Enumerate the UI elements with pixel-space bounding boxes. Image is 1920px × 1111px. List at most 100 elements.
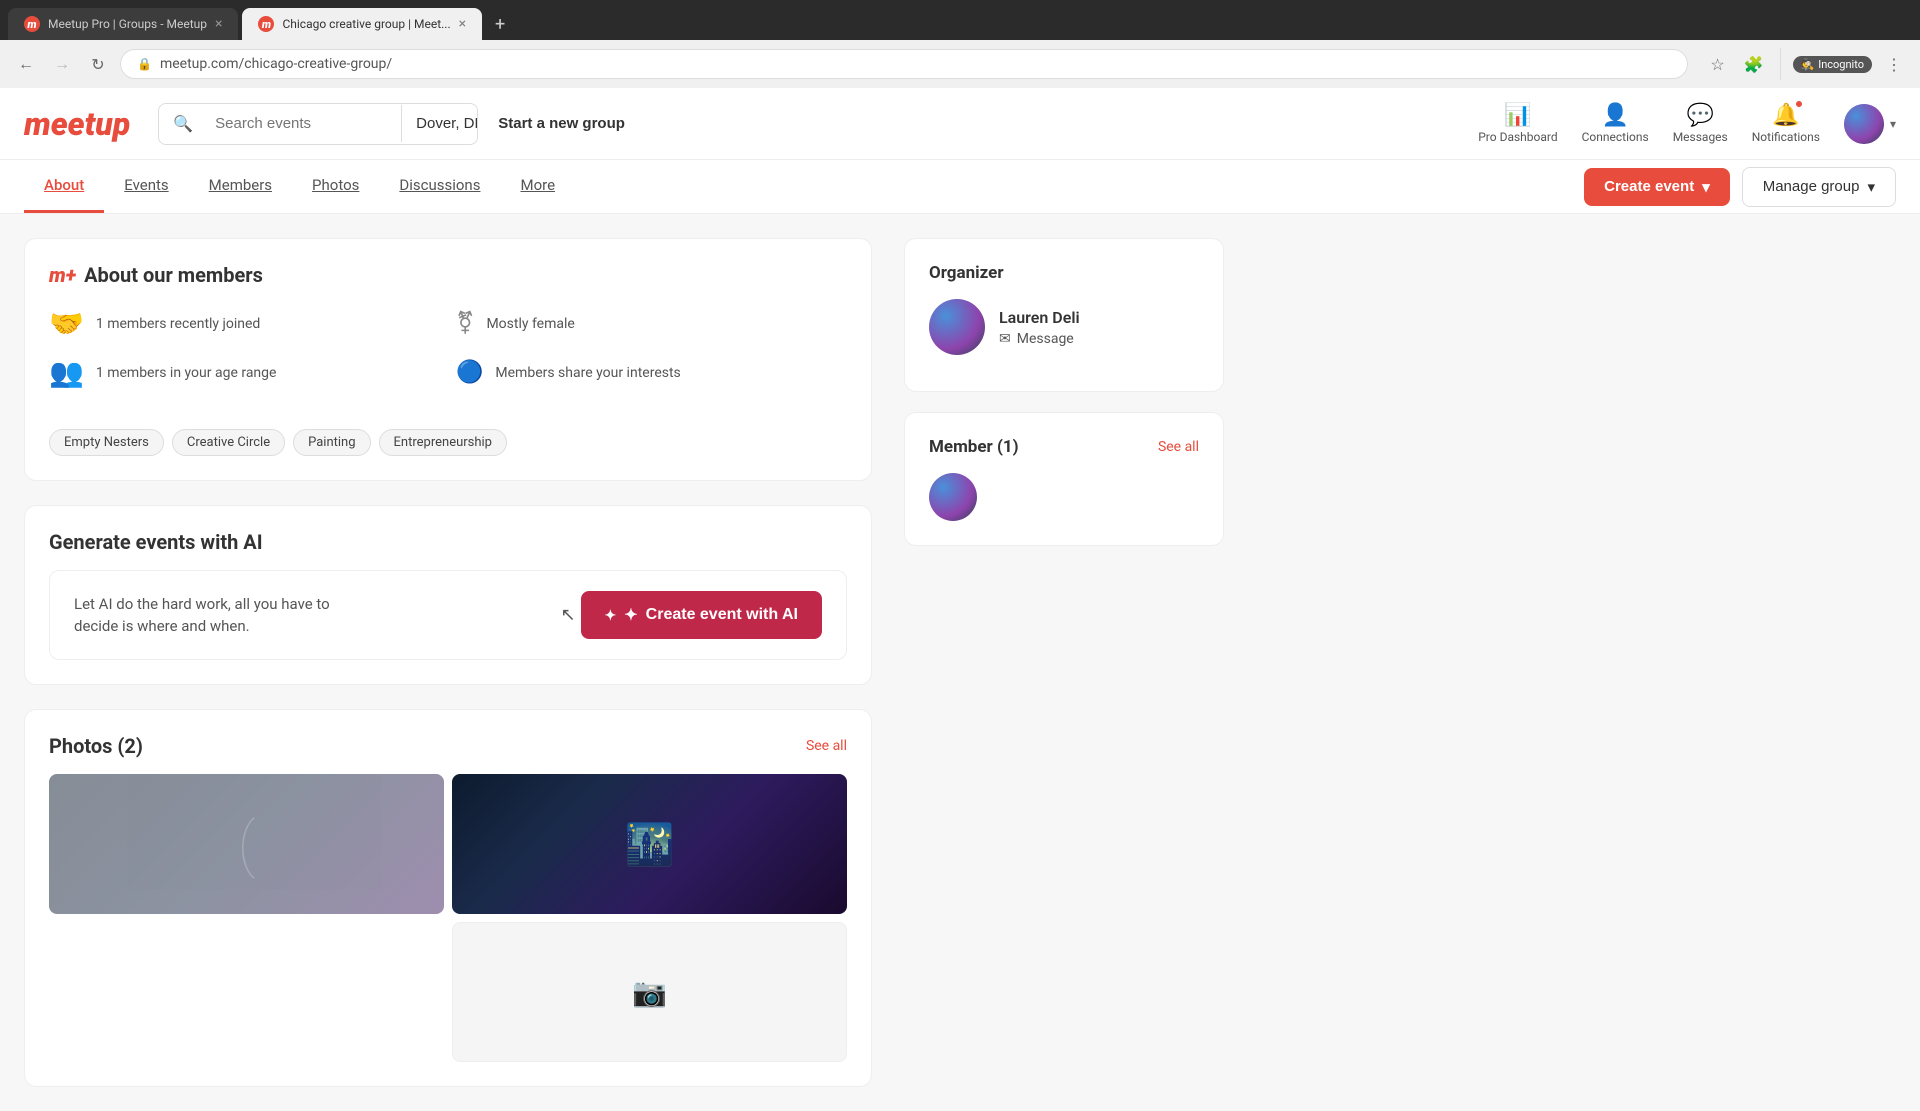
connections-label: Connections: [1582, 130, 1649, 144]
location-input[interactable]: [401, 105, 478, 142]
meetup-m-icon: m+: [49, 263, 76, 287]
ai-button-wrapper: ↖ ✦ Create event with AI: [581, 591, 822, 639]
members-header: Member (1) See all: [929, 437, 1199, 457]
manage-group-button[interactable]: Manage group ▾: [1742, 167, 1896, 207]
right-column: Organizer Lauren Deli ✉ Message: [904, 238, 1224, 1087]
extensions-icon[interactable]: 🧩: [1740, 50, 1768, 78]
photos-see-all[interactable]: See all: [806, 738, 847, 754]
bookmark-icon[interactable]: ☆: [1704, 50, 1732, 78]
member-avatar-1[interactable]: [929, 473, 977, 521]
notifications-label: Notifications: [1752, 130, 1820, 144]
nav-messages[interactable]: 💬 Messages: [1673, 103, 1728, 144]
forward-button[interactable]: →: [48, 50, 76, 78]
browser-chrome: m Meetup Pro | Groups - Meetup × m Chica…: [0, 0, 1920, 88]
tag-creative-circle: Creative Circle: [172, 429, 285, 456]
age-group-icon: 👥: [49, 356, 84, 389]
ai-button-label: Create event with AI: [646, 606, 798, 624]
organizer-name: Lauren Deli: [999, 308, 1080, 327]
stat-gender: ⚧ Mostly female: [456, 307, 847, 340]
refresh-button[interactable]: ↻: [84, 50, 112, 78]
toolbar-divider: [1780, 48, 1781, 80]
sub-navigation: About Events Members Photos Discussions …: [0, 160, 1920, 214]
stat-recently-joined: 🤝 1 members recently joined: [49, 307, 440, 340]
organizer-info: Lauren Deli ✉ Message: [929, 299, 1199, 355]
recently-joined-text: 1 members recently joined: [96, 316, 260, 332]
back-button[interactable]: ←: [12, 50, 40, 78]
menu-icon[interactable]: ⋮: [1880, 50, 1908, 78]
tab-close-2[interactable]: ×: [459, 16, 466, 32]
members-see-all[interactable]: See all: [1158, 439, 1199, 455]
connections-icon: 👤: [1601, 103, 1628, 128]
age-range-text: 1 members in your age range: [96, 365, 277, 381]
site-header: meetup 🔍 🔍 Start a new group 📊 Pro Dashb…: [0, 88, 1920, 160]
url-bar[interactable]: 🔒 meetup.com/chicago-creative-group/: [120, 49, 1688, 79]
browser-tabs: m Meetup Pro | Groups - Meetup × m Chica…: [0, 0, 1920, 40]
members-title: Member (1): [929, 437, 1019, 457]
tab-meetup-pro[interactable]: m Meetup Pro | Groups - Meetup ×: [8, 8, 238, 40]
card-header: m+ About our members: [49, 263, 847, 287]
left-column: m+ About our members 🤝 1 members recentl…: [24, 238, 872, 1087]
members-card: Member (1) See all: [904, 412, 1224, 546]
nav-connections[interactable]: 👤 Connections: [1582, 103, 1649, 144]
ai-description: Let AI do the hard work, all you have to…: [74, 593, 354, 638]
avatar-chevron: ▾: [1890, 117, 1896, 131]
ai-section-title: Generate events with AI: [49, 530, 847, 554]
stat-interests: 🔵 Members share your interests: [456, 356, 847, 389]
search-icon: 🔍: [159, 114, 201, 133]
tab-close-1[interactable]: ×: [215, 16, 222, 32]
photos-section: Photos (2) See all ( 🌃 📷: [24, 709, 872, 1087]
interests-text: Members share your interests: [495, 365, 680, 381]
photo-content: 🌃: [625, 821, 675, 868]
create-event-ai-button[interactable]: ✦ Create event with AI: [581, 591, 822, 639]
subnav-members[interactable]: Members: [189, 160, 292, 213]
tab-favicon-2: m: [258, 16, 274, 32]
incognito-icon: 🕵: [1801, 58, 1815, 71]
ai-box: Let AI do the hard work, all you have to…: [49, 570, 847, 660]
new-tab-button[interactable]: +: [486, 10, 514, 38]
tag-painting: Painting: [293, 429, 370, 456]
message-organizer-link[interactable]: ✉ Message: [999, 331, 1080, 347]
organizer-details: Lauren Deli ✉ Message: [999, 308, 1080, 347]
photos-section-header: Photos (2) See all: [49, 734, 847, 758]
nav-pro-dashboard[interactable]: 📊 Pro Dashboard: [1478, 103, 1557, 144]
subnav-discussions[interactable]: Discussions: [379, 160, 500, 213]
photo-main[interactable]: 🌃: [452, 774, 847, 914]
create-event-button[interactable]: Create event ▾: [1584, 168, 1730, 206]
photo-partial-left: (: [49, 774, 444, 914]
create-event-chevron: ▾: [1702, 178, 1710, 196]
organizer-title: Organizer: [929, 263, 1199, 283]
lock-icon: 🔒: [137, 57, 152, 71]
cursor-icon: ↖: [561, 605, 576, 626]
tab-chicago-creative[interactable]: m Chicago creative group | Meet... ×: [242, 8, 482, 40]
photo-empty[interactable]: 📷: [452, 922, 847, 1062]
user-avatar-img: [1844, 104, 1884, 144]
messages-icon: 💬: [1687, 103, 1714, 128]
subnav-about[interactable]: About: [24, 160, 104, 213]
tab-title-1: Meetup Pro | Groups - Meetup: [48, 17, 207, 31]
meetup-app: meetup 🔍 🔍 Start a new group 📊 Pro Dashb…: [0, 88, 1920, 1111]
tab-favicon: m: [24, 16, 40, 32]
subnav-photos[interactable]: Photos: [292, 160, 379, 213]
tag-empty-nesters: Empty Nesters: [49, 429, 164, 456]
user-avatar: [1844, 104, 1884, 144]
about-members-card: m+ About our members 🤝 1 members recentl…: [24, 238, 872, 481]
incognito-badge: 🕵 Incognito: [1793, 56, 1873, 73]
pro-dashboard-label: Pro Dashboard: [1478, 130, 1557, 144]
pro-dashboard-icon: 📊: [1504, 103, 1531, 128]
message-envelope-icon: ✉: [999, 331, 1011, 347]
start-group-button[interactable]: Start a new group: [498, 115, 625, 132]
meetup-logo[interactable]: meetup: [24, 105, 130, 143]
members-stats-grid: 🤝 1 members recently joined ⚧ Mostly fem…: [49, 307, 847, 389]
organizer-card: Organizer Lauren Deli ✉ Message: [904, 238, 1224, 392]
tag-entrepreneurship: Entrepreneurship: [379, 429, 507, 456]
subnav-events[interactable]: Events: [104, 160, 188, 213]
subnav-more[interactable]: More: [500, 160, 575, 213]
search-input[interactable]: [201, 105, 401, 142]
stat-age-range: 👥 1 members in your age range: [49, 356, 440, 389]
search-bar: 🔍 🔍: [158, 103, 478, 145]
nav-notifications[interactable]: 🔔 Notifications: [1752, 103, 1820, 144]
user-avatar-wrapper[interactable]: ▾: [1844, 104, 1896, 144]
notification-badge: [1795, 100, 1803, 108]
ai-sparkle-icon: ✦: [624, 605, 637, 625]
message-label: Message: [1017, 331, 1074, 347]
